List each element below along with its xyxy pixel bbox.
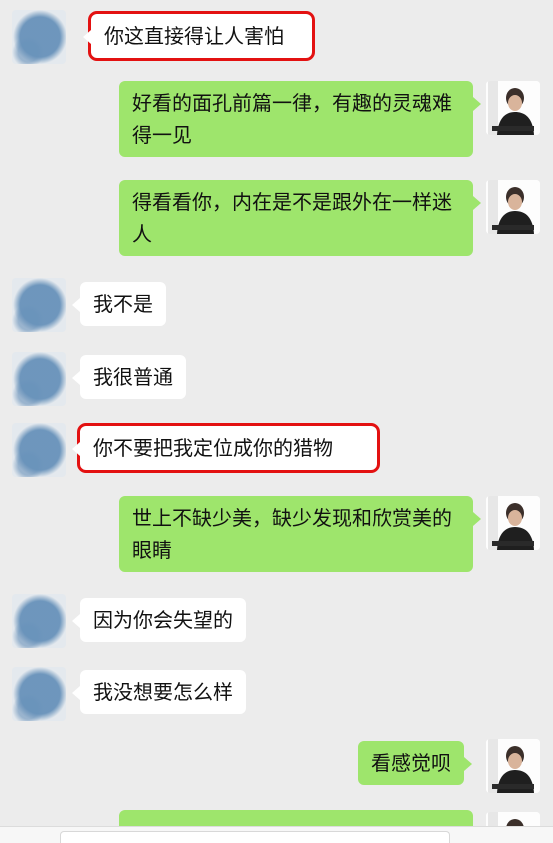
message-text: 看感觉呗 <box>371 751 451 775</box>
contact-avatar[interactable] <box>12 667 66 721</box>
message-text: 我很普通 <box>93 365 173 389</box>
message-text: 你这直接得让人害怕 <box>104 24 284 48</box>
sent-message-bubble[interactable]: 好看的面孔前篇一律，有趣的灵魂难得一见 <box>119 81 481 157</box>
chat-window: 你这直接得让人害怕 好看的面孔前篇一律，有趣的灵魂难得一见 得看看你，内在是不是… <box>0 0 553 843</box>
contact-avatar[interactable] <box>12 10 66 64</box>
received-message-bubble[interactable]: 因为你会失望的 <box>72 598 246 642</box>
sent-message-bubble[interactable]: 看感觉呗 <box>358 741 472 785</box>
man-avatar-icon <box>486 496 540 550</box>
message-text: 得看看你，内在是不是跟外在一样迷人 <box>132 190 452 246</box>
sent-message-bubble[interactable]: 得看看你，内在是不是跟外在一样迷人 <box>119 180 481 256</box>
input-bar <box>0 826 553 843</box>
message-text: 我不是 <box>93 292 153 316</box>
message-text: 你不要把我定位成你的猎物 <box>93 436 333 460</box>
message-text: 因为你会失望的 <box>93 608 233 632</box>
user-avatar[interactable] <box>486 180 540 234</box>
contact-avatar[interactable] <box>12 278 66 332</box>
received-message-bubble[interactable]: 你不要把我定位成你的猎物 <box>72 423 380 473</box>
received-message-bubble[interactable]: 你这直接得让人害怕 <box>83 11 315 61</box>
man-avatar-icon <box>486 739 540 793</box>
received-message-bubble[interactable]: 我很普通 <box>72 355 186 399</box>
contact-avatar[interactable] <box>12 594 66 648</box>
user-avatar[interactable] <box>486 739 540 793</box>
message-text: 好看的面孔前篇一律，有趣的灵魂难得一见 <box>132 91 452 147</box>
message-text: 我没想要怎么样 <box>93 680 233 704</box>
received-message-bubble[interactable]: 我没想要怎么样 <box>72 670 246 714</box>
contact-avatar[interactable] <box>12 423 66 477</box>
sent-message-bubble[interactable]: 世上不缺少美，缺少发现和欣赏美的眼睛 <box>119 496 481 572</box>
man-avatar-icon <box>486 81 540 135</box>
received-message-bubble[interactable]: 我不是 <box>72 282 166 326</box>
message-text: 世上不缺少美，缺少发现和欣赏美的眼睛 <box>132 506 452 562</box>
man-avatar-icon <box>486 180 540 234</box>
contact-avatar[interactable] <box>12 352 66 406</box>
message-input[interactable] <box>60 831 450 843</box>
user-avatar[interactable] <box>486 496 540 550</box>
user-avatar[interactable] <box>486 81 540 135</box>
